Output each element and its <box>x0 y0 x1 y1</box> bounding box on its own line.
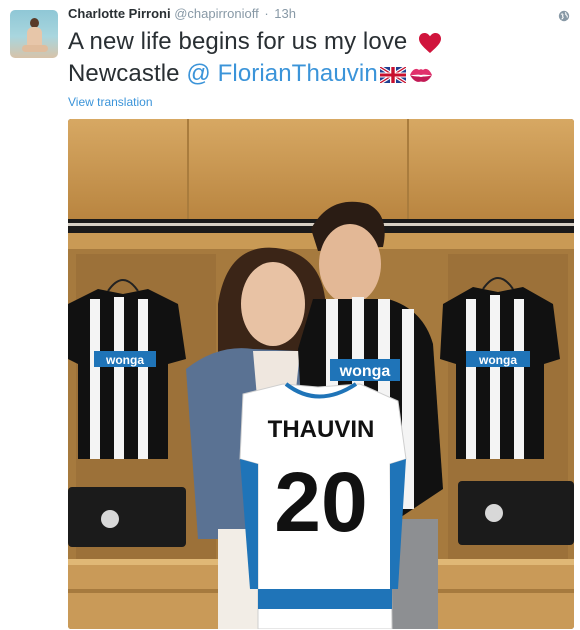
tweet-header: Charlotte Pirroni @chapirronioff · 13h <box>68 6 296 21</box>
tweet-text-part2: Newcastle <box>68 60 180 87</box>
author-name[interactable]: Charlotte Pirroni <box>68 6 171 21</box>
man-shirt-sponsor: wonga <box>339 363 391 380</box>
tweet-text-part1: A new life begins for us my love <box>68 28 408 55</box>
tweet-photo-scene: wonga wonga wonga THAUVIN 20 <box>68 119 574 629</box>
author-avatar[interactable] <box>10 10 58 58</box>
tweet-photo[interactable]: wonga wonga wonga THAUVIN 20 <box>68 119 574 629</box>
right-shirt-sponsor: wonga <box>478 353 517 367</box>
red-heart-emoji-icon <box>419 32 442 53</box>
tweet-text-line1: A new life begins for us my love <box>68 26 558 58</box>
right-hanging-shirt: wonga <box>440 277 560 459</box>
held-thauvin-jersey: THAUVIN 20 <box>239 382 407 629</box>
author-handle[interactable]: @chapirronioff <box>174 6 259 21</box>
globe-icon <box>558 10 570 22</box>
tweet-text: A new life begins for us my love Newcast… <box>68 26 558 90</box>
kiss-mark-emoji-icon <box>409 68 432 82</box>
view-translation-link[interactable]: View translation <box>68 95 153 109</box>
uk-flag-emoji-icon <box>379 66 406 83</box>
tweet-timestamp[interactable]: 13h <box>274 6 296 21</box>
mention-link[interactable]: @ FlorianThauvin <box>186 60 377 87</box>
time-separator: · <box>264 6 269 21</box>
avatar-figure-legs <box>22 45 48 52</box>
jersey-number: 20 <box>274 455 367 549</box>
tweet-text-line2: Newcastle @ FlorianThauvin <box>68 58 558 90</box>
left-shirt-sponsor: wonga <box>105 353 144 367</box>
jersey-name: THAUVIN <box>268 416 375 443</box>
